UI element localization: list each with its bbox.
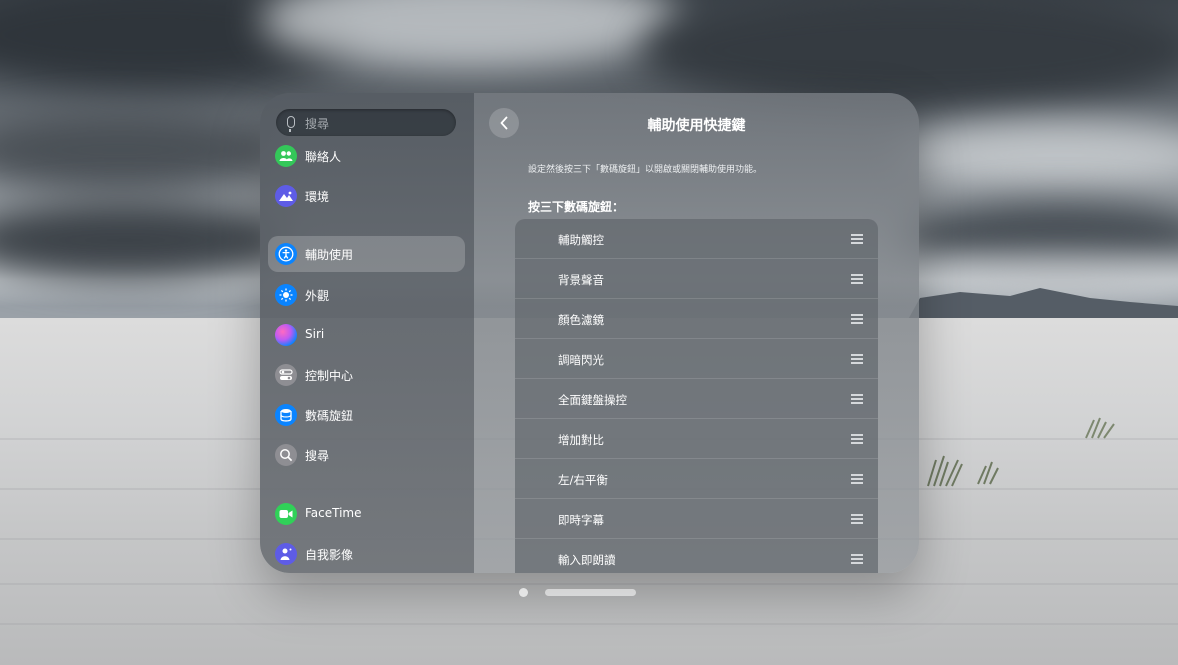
search-icon <box>275 444 297 466</box>
window-close-dot[interactable] <box>519 588 528 597</box>
cloud <box>0 110 280 190</box>
sidebar-item-label: 數碼旋鈕 <box>305 409 354 423</box>
shortcut-row-live-speech[interactable]: 輸入即朗讀 <box>515 539 878 573</box>
sidebar-item-label: Siri <box>305 327 325 341</box>
sidebar-item-label: 環境 <box>305 190 330 204</box>
sand-ripple <box>0 623 1178 625</box>
sidebar-item-digital-crown[interactable]: 數碼旋鈕 <box>268 397 465 433</box>
sidebar-item-facetime[interactable]: FaceTime <box>268 496 465 532</box>
shortcut-label: 顏色濾鏡 <box>558 313 604 327</box>
shortcut-row-increase-contrast[interactable]: 增加對比 <box>515 419 878 459</box>
sidebar-item-persona[interactable]: 自我影像 <box>268 536 465 572</box>
sidebar-item-label: 自我影像 <box>305 548 354 562</box>
reorder-handle-icon[interactable] <box>851 354 863 366</box>
appearance-icon <box>275 284 297 306</box>
shortcut-label: 輔助觸控 <box>558 233 604 247</box>
search-field[interactable]: 搜尋 <box>276 109 456 136</box>
cloud <box>900 120 1178 190</box>
reorder-handle-icon[interactable] <box>851 474 863 486</box>
reorder-handle-icon[interactable] <box>851 434 863 446</box>
sidebar-item-label: 控制中心 <box>305 369 354 383</box>
shortcut-row-live-captions[interactable]: 即時字幕 <box>515 499 878 539</box>
window-grab-bar[interactable] <box>545 589 636 596</box>
reorder-handle-icon[interactable] <box>851 554 863 566</box>
section-header: 按三下數碼旋鈕： <box>528 200 625 214</box>
sand-ripple <box>0 583 1178 585</box>
sidebar-item-label: 輔助使用 <box>305 248 354 262</box>
shortcut-label: 全面鍵盤操控 <box>558 393 627 407</box>
facetime-icon <box>275 503 297 525</box>
sidebar-item-contacts[interactable]: 聯絡人 <box>268 138 465 174</box>
reorder-handle-icon[interactable] <box>851 274 863 286</box>
shortcut-label: 即時字幕 <box>558 513 604 527</box>
microphone-icon[interactable] <box>287 116 295 132</box>
shortcut-label: 調暗閃光 <box>558 353 604 367</box>
sidebar-item-accessibility[interactable]: 輔助使用 <box>268 236 465 272</box>
settings-window: 搜尋 聯絡人 環境 輔助使用 外觀 Siri 控制中心 數碼旋鈕 搜尋 Face… <box>260 93 919 573</box>
persona-icon <box>275 543 297 565</box>
reorder-handle-icon[interactable] <box>851 514 863 526</box>
accessibility-icon <box>275 243 297 265</box>
shortcut-row-left-right-balance[interactable]: 左/右平衡 <box>515 459 878 499</box>
sidebar-item-label: 聯絡人 <box>305 150 342 164</box>
sidebar-item-siri[interactable]: Siri <box>268 317 465 353</box>
page-description: 設定然後按三下「數碼旋鈕」以開啟或關閉輔助使用功能。 <box>528 165 763 175</box>
shortcut-list: 輔助觸控 背景聲音 顏色濾鏡 調暗閃光 全面鍵盤操控 增加對比 左/右平衡 即時… <box>515 219 878 573</box>
siri-icon <box>275 324 297 346</box>
desert-shrubs <box>927 417 1115 487</box>
sidebar-item-appearance[interactable]: 外觀 <box>268 277 465 313</box>
accessibility-shortcut-pane: 輔助使用快捷鍵 設定然後按三下「數碼旋鈕」以開啟或關閉輔助使用功能。 按三下數碼… <box>474 93 919 573</box>
search-placeholder: 搜尋 <box>305 117 330 131</box>
shortcut-row-background-sounds[interactable]: 背景聲音 <box>515 259 878 299</box>
sidebar-item-search[interactable]: 搜尋 <box>268 437 465 473</box>
sidebar-item-environments[interactable]: 環境 <box>268 178 465 214</box>
sidebar: 搜尋 聯絡人 環境 輔助使用 外觀 Siri 控制中心 數碼旋鈕 搜尋 Face… <box>260 93 474 573</box>
shortcut-label: 左/右平衡 <box>558 473 608 487</box>
shortcut-label: 輸入即朗讀 <box>558 553 616 567</box>
sidebar-item-label: FaceTime <box>305 506 362 520</box>
shortcut-row-full-keyboard-access[interactable]: 全面鍵盤操控 <box>515 379 878 419</box>
reorder-handle-icon[interactable] <box>851 394 863 406</box>
sidebar-item-label: 外觀 <box>305 289 330 303</box>
control-center-icon <box>275 364 297 386</box>
shortcut-row-assistivetouch[interactable]: 輔助觸控 <box>515 219 878 259</box>
shortcut-row-color-filters[interactable]: 顏色濾鏡 <box>515 299 878 339</box>
shortcut-row-dim-flashing-lights[interactable]: 調暗閃光 <box>515 339 878 379</box>
page-title: 輔助使用快捷鍵 <box>647 118 746 134</box>
cloud <box>0 200 290 280</box>
reorder-handle-icon[interactable] <box>851 234 863 246</box>
contacts-icon <box>275 145 297 167</box>
digital-crown-icon <box>275 404 297 426</box>
sidebar-item-label: 搜尋 <box>305 449 330 463</box>
environments-icon <box>275 185 297 207</box>
shortcut-label: 背景聲音 <box>558 273 604 287</box>
reorder-handle-icon[interactable] <box>851 314 863 326</box>
sidebar-item-control-center[interactable]: 控制中心 <box>268 357 465 393</box>
shortcut-label: 增加對比 <box>558 433 604 447</box>
